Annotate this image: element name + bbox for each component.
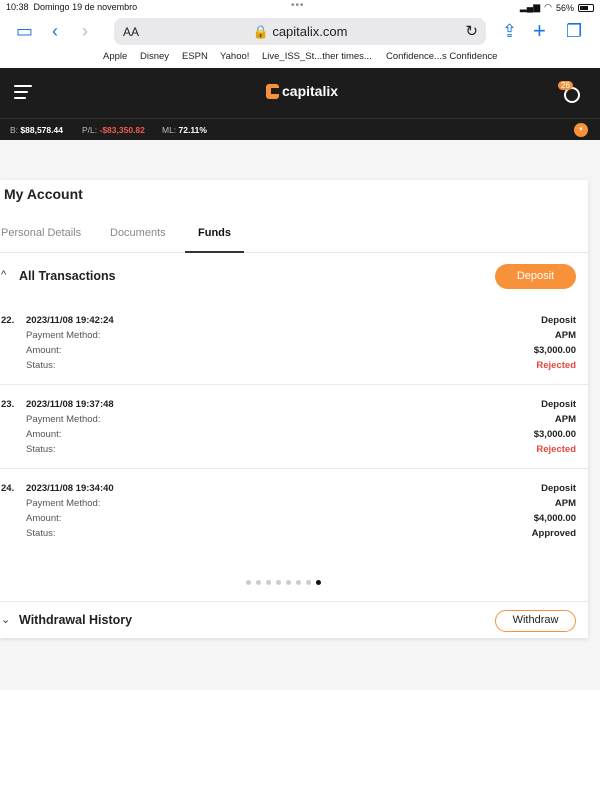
txn-amount: $3,000.00 — [533, 429, 576, 440]
page-dot-active[interactable] — [316, 580, 321, 585]
bookmark-live-iss[interactable]: Live_ISS_St...ther times... — [262, 51, 372, 62]
all-transactions-header[interactable]: ^ All Transactions Deposit — [0, 260, 588, 300]
notification-badge: 26 — [558, 81, 573, 90]
txn-date: 2023/11/08 19:37:48 — [26, 399, 114, 410]
new-tab-icon[interactable]: + — [533, 20, 546, 42]
chevron-up-icon[interactable]: ^ — [1, 269, 6, 281]
page-dot[interactable] — [286, 580, 291, 585]
multitask-dots-icon[interactable]: ••• — [291, 0, 305, 11]
expand-stats-icon[interactable]: ▾ — [574, 123, 588, 137]
deposit-button[interactable]: Deposit — [495, 264, 576, 289]
pagination-dots — [246, 580, 321, 585]
withdraw-button[interactable]: Withdraw — [495, 610, 576, 632]
withdrawal-history-title: Withdrawal History — [19, 613, 133, 627]
page-title: My Account — [4, 186, 83, 202]
bookmark-disney[interactable]: Disney — [140, 51, 169, 62]
forward-icon[interactable]: › — [82, 22, 88, 40]
account-stats-bar: B: $88,578.44 P/L: -$83,350.82 ML: 72.11… — [0, 118, 600, 140]
bookmark-espn[interactable]: ESPN — [182, 51, 208, 62]
page-dot[interactable] — [266, 580, 271, 585]
txn-number: 22. — [1, 315, 15, 326]
bookmark-confidence[interactable]: Confidence...s Confidence — [386, 51, 497, 62]
list-item: 23. 2023/11/08 19:37:48 Deposit Payment … — [0, 385, 588, 469]
txn-status-label: Status: — [26, 360, 56, 371]
withdrawal-history-header[interactable]: ⌄ Withdrawal History Withdraw — [0, 601, 588, 637]
txn-method-label: Payment Method: — [26, 330, 101, 341]
url-text[interactable]: 🔒 capitalix.com — [114, 24, 486, 40]
txn-type: Deposit — [541, 483, 576, 494]
bookmark-apple[interactable]: Apple — [103, 51, 127, 62]
txn-method: APM — [554, 498, 576, 509]
notifications-button[interactable]: 26 — [558, 81, 584, 107]
txn-type: Deposit — [541, 315, 576, 326]
share-icon[interactable]: ⇪ — [502, 22, 517, 40]
sidebar-icon[interactable]: ▭ — [16, 22, 33, 40]
tab-funds[interactable]: Funds — [198, 227, 231, 239]
txn-status-label: Status: — [26, 528, 56, 539]
status-bar: 10:38 Domingo 19 de novembro ••• ▂▄▆ ◠ 5… — [0, 0, 600, 14]
address-bar[interactable]: AA 🔒 capitalix.com ↻ — [114, 18, 486, 45]
status-indicators: ▂▄▆ ◠ 56% — [520, 2, 594, 13]
status-time: 10:38 Domingo 19 de novembro — [6, 2, 138, 12]
txn-method: APM — [554, 414, 576, 425]
txn-date: 2023/11/08 19:42:24 — [26, 315, 114, 326]
list-item: 22. 2023/11/08 19:42:24 Deposit Payment … — [0, 301, 588, 385]
capitalix-logo[interactable]: capitalix — [266, 83, 338, 99]
page-dot[interactable] — [246, 580, 251, 585]
tab-personal-details[interactable]: Personal Details — [1, 227, 81, 239]
signal-icon: ▂▄▆ — [519, 2, 541, 12]
txn-method-label: Payment Method: — [26, 498, 101, 509]
txn-status: Rejected — [536, 444, 576, 455]
balance-stat: B: $88,578.44 — [10, 125, 63, 135]
txn-type: Deposit — [541, 399, 576, 410]
chevron-down-icon[interactable]: ⌄ — [1, 613, 10, 626]
page-dot[interactable] — [296, 580, 301, 585]
txn-method: APM — [554, 330, 576, 341]
battery-icon — [578, 3, 594, 12]
pl-stat: P/L: -$83,350.82 — [82, 125, 145, 135]
page-dot[interactable] — [256, 580, 261, 585]
reload-icon[interactable]: ↻ — [465, 22, 478, 40]
txn-amount-label: Amount: — [26, 429, 62, 440]
txn-amount-label: Amount: — [26, 345, 62, 356]
page-dot[interactable] — [276, 580, 281, 585]
menu-icon[interactable] — [14, 85, 32, 99]
tabs-overview-icon[interactable]: ❐ — [566, 22, 582, 40]
txn-amount: $3,000.00 — [533, 345, 576, 356]
txn-status-label: Status: — [26, 444, 56, 455]
txn-status: Rejected — [536, 360, 576, 371]
wifi-icon: ◠ — [544, 2, 552, 12]
ml-stat: ML: 72.11% — [162, 125, 207, 135]
account-card: My Account Personal Details Documents Fu… — [0, 180, 588, 638]
txn-number: 23. — [1, 399, 15, 410]
list-item: 24. 2023/11/08 19:34:40 Deposit Payment … — [0, 469, 588, 553]
logo-mark-icon — [266, 83, 279, 99]
app-header: capitalix 26 — [0, 68, 600, 118]
txn-status: Approved — [531, 528, 576, 539]
txn-amount-label: Amount: — [26, 513, 62, 524]
tab-documents[interactable]: Documents — [110, 227, 166, 239]
all-transactions-title: All Transactions — [19, 269, 116, 283]
battery-percent: 56% — [555, 2, 574, 13]
active-tab-indicator — [185, 251, 244, 253]
bookmark-yahoo[interactable]: Yahoo! — [220, 51, 249, 62]
txn-date: 2023/11/08 19:34:40 — [26, 483, 114, 494]
page-dot[interactable] — [306, 580, 311, 585]
txn-method-label: Payment Method: — [26, 414, 101, 425]
bookmarks-bar: Apple Disney ESPN Yahoo! Live_ISS_St...t… — [0, 49, 600, 65]
logo-text: capitalix — [282, 83, 339, 99]
txn-number: 24. — [1, 483, 15, 494]
lock-icon: 🔒 — [252, 24, 269, 39]
txn-amount: $4,000.00 — [533, 513, 576, 524]
back-icon[interactable]: ‹ — [52, 22, 58, 40]
account-tabs: Personal Details Documents Funds — [0, 220, 588, 253]
